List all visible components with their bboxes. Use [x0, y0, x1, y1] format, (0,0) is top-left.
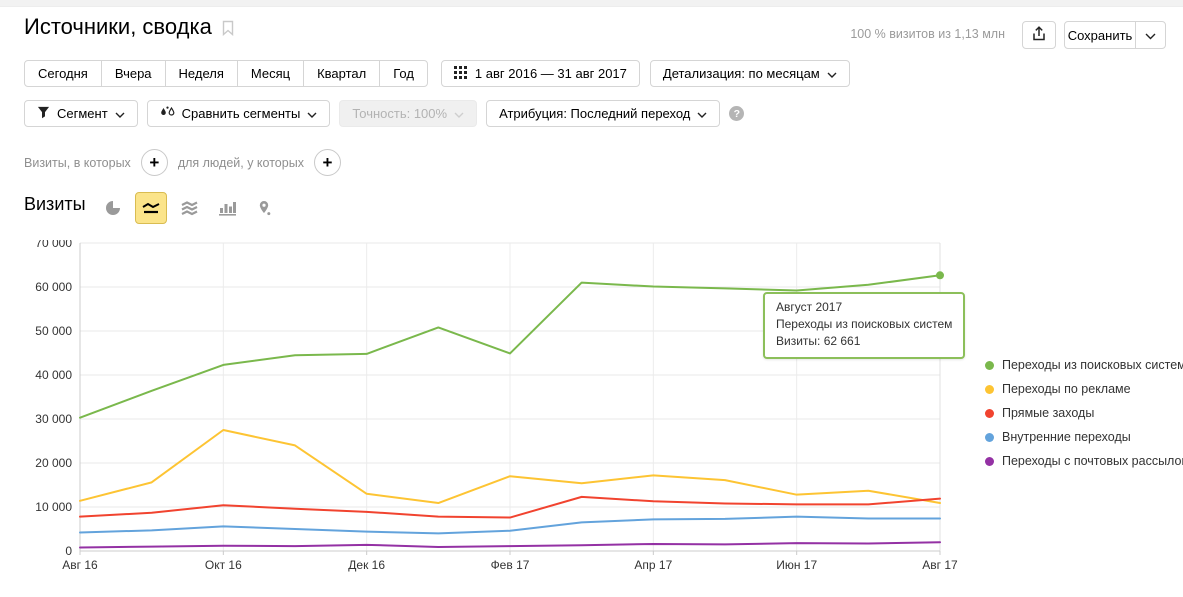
date-range-button[interactable]: 1 авг 2016 — 31 авг 2017: [441, 60, 640, 87]
period-tabs-group: СегодняВчераНеделяМесяцКварталГод: [24, 60, 428, 87]
calendar-icon: [454, 66, 467, 82]
map-pin-icon[interactable]: [249, 192, 281, 224]
metric-label: Визиты: [24, 194, 86, 215]
legend-item[interactable]: Переходы по рекламе: [985, 381, 1183, 397]
y-axis-tick-label: 40 000: [35, 368, 72, 382]
line-chart-icon[interactable]: [135, 192, 167, 224]
accuracy-dropdown: Точность: 100%: [339, 100, 477, 127]
legend-dot-icon: [985, 409, 994, 418]
compare-segments-icon: [160, 106, 175, 122]
chevron-down-icon: [115, 106, 125, 121]
chart-type-switcher: [97, 192, 281, 224]
segment-label: Сегмент: [57, 106, 108, 121]
legend-item[interactable]: Переходы из поисковых систем: [985, 357, 1183, 373]
compare-segments-dropdown[interactable]: Сравнить сегменты: [147, 100, 331, 127]
chevron-down-icon: [697, 106, 707, 121]
attribution-dropdown[interactable]: Атрибуция: Последний переход: [486, 100, 720, 127]
chevron-down-icon: [827, 66, 837, 81]
save-dropdown-button[interactable]: [1135, 21, 1166, 49]
people-filter-label: для людей, у которых: [178, 156, 304, 170]
x-axis-tick-label: Авг 17: [922, 558, 958, 572]
chevron-down-icon: [454, 106, 464, 121]
segment-dropdown[interactable]: Сегмент: [24, 100, 138, 127]
page-title: Источники, сводка: [24, 14, 234, 40]
legend-item[interactable]: Прямые заходы: [985, 405, 1183, 421]
segment-toolbar: Сегмент Сравнить сегменты Точность: 100%…: [24, 100, 744, 127]
y-axis-tick-label: 50 000: [35, 324, 72, 338]
period-tab-1[interactable]: Вчера: [101, 60, 166, 87]
add-people-filter-button[interactable]: +: [314, 149, 341, 176]
x-axis-tick-label: Фев 17: [491, 558, 530, 572]
add-visits-filter-button[interactable]: +: [141, 149, 168, 176]
filter-row: Визиты, в которых + для людей, у которых…: [24, 149, 351, 176]
tooltip-value: Визиты: 62 661: [776, 333, 952, 350]
compare-segments-label: Сравнить сегменты: [182, 106, 301, 121]
tooltip-series: Переходы из поисковых систем: [776, 316, 952, 333]
plus-icon: +: [149, 153, 159, 173]
period-tab-4[interactable]: Квартал: [303, 60, 380, 87]
legend-dot-icon: [985, 457, 994, 466]
bookmark-icon[interactable]: [222, 20, 234, 36]
x-axis-tick-label: Дек 16: [348, 558, 385, 572]
page-title-text: Источники, сводка: [24, 14, 212, 40]
page-top-strip: [0, 0, 1183, 7]
detalization-dropdown[interactable]: Детализация: по месяцам: [650, 60, 850, 87]
legend-label: Переходы с почтовых рассылок: [1002, 454, 1183, 468]
chevron-down-icon: [1145, 28, 1156, 43]
legend-label: Внутренние переходы: [1002, 430, 1131, 444]
chart-legend: Переходы из поисковых систем Переходы по …: [985, 357, 1183, 477]
chart-tooltip: Август 2017 Переходы из поисковых систем…: [763, 292, 965, 359]
bar-chart-icon[interactable]: [211, 192, 243, 224]
x-axis-tick-label: Авг 16: [62, 558, 98, 572]
detalization-label: Детализация: по месяцам: [663, 66, 820, 81]
legend-dot-icon: [985, 385, 994, 394]
chevron-down-icon: [307, 106, 317, 121]
x-axis-tick-label: Апр 17: [634, 558, 672, 572]
funnel-icon: [37, 106, 50, 122]
period-tab-0[interactable]: Сегодня: [24, 60, 102, 87]
save-button[interactable]: Сохранить: [1064, 21, 1136, 49]
y-axis-tick-label: 60 000: [35, 280, 72, 294]
x-axis-tick-label: Окт 16: [205, 558, 242, 572]
legend-dot-icon: [985, 433, 994, 442]
export-icon: [1032, 26, 1046, 44]
plus-icon: +: [322, 153, 332, 173]
y-axis-tick-label: 70 000: [35, 240, 72, 250]
y-axis-tick-label: 20 000: [35, 456, 72, 470]
help-icon[interactable]: ?: [729, 106, 744, 121]
visits-sample-summary: 100 % визитов из 1,13 млн: [850, 27, 1005, 41]
x-axis-tick-label: Июн 17: [776, 558, 817, 572]
date-range-label: 1 авг 2016 — 31 авг 2017: [475, 66, 627, 81]
legend-label: Прямые заходы: [1002, 406, 1094, 420]
legend-label: Переходы по рекламе: [1002, 382, 1131, 396]
tooltip-date: Август 2017: [776, 299, 952, 316]
stacked-area-icon[interactable]: [173, 192, 205, 224]
export-button[interactable]: [1022, 21, 1056, 49]
legend-item[interactable]: Переходы с почтовых рассылок: [985, 453, 1183, 469]
attribution-label: Атрибуция: Последний переход: [499, 106, 690, 121]
visits-filter-label: Визиты, в которых: [24, 156, 131, 170]
y-axis-tick-label: 30 000: [35, 412, 72, 426]
legend-item[interactable]: Внутренние переходы: [985, 429, 1183, 445]
y-axis-tick-label: 10 000: [35, 500, 72, 514]
legend-label: Переходы из поисковых систем: [1002, 358, 1183, 372]
period-tab-5[interactable]: Год: [379, 60, 428, 87]
period-toolbar: СегодняВчераНеделяМесяцКварталГод 1 авг …: [24, 60, 850, 87]
y-axis-tick-label: 0: [65, 544, 72, 558]
save-button-label: Сохранить: [1068, 28, 1133, 43]
period-tab-2[interactable]: Неделя: [165, 60, 238, 87]
accuracy-label: Точность: 100%: [352, 106, 447, 121]
legend-dot-icon: [985, 361, 994, 370]
period-tab-3[interactable]: Месяц: [237, 60, 304, 87]
highlighted-point[interactable]: [936, 271, 944, 279]
pie-chart-icon[interactable]: [97, 192, 129, 224]
